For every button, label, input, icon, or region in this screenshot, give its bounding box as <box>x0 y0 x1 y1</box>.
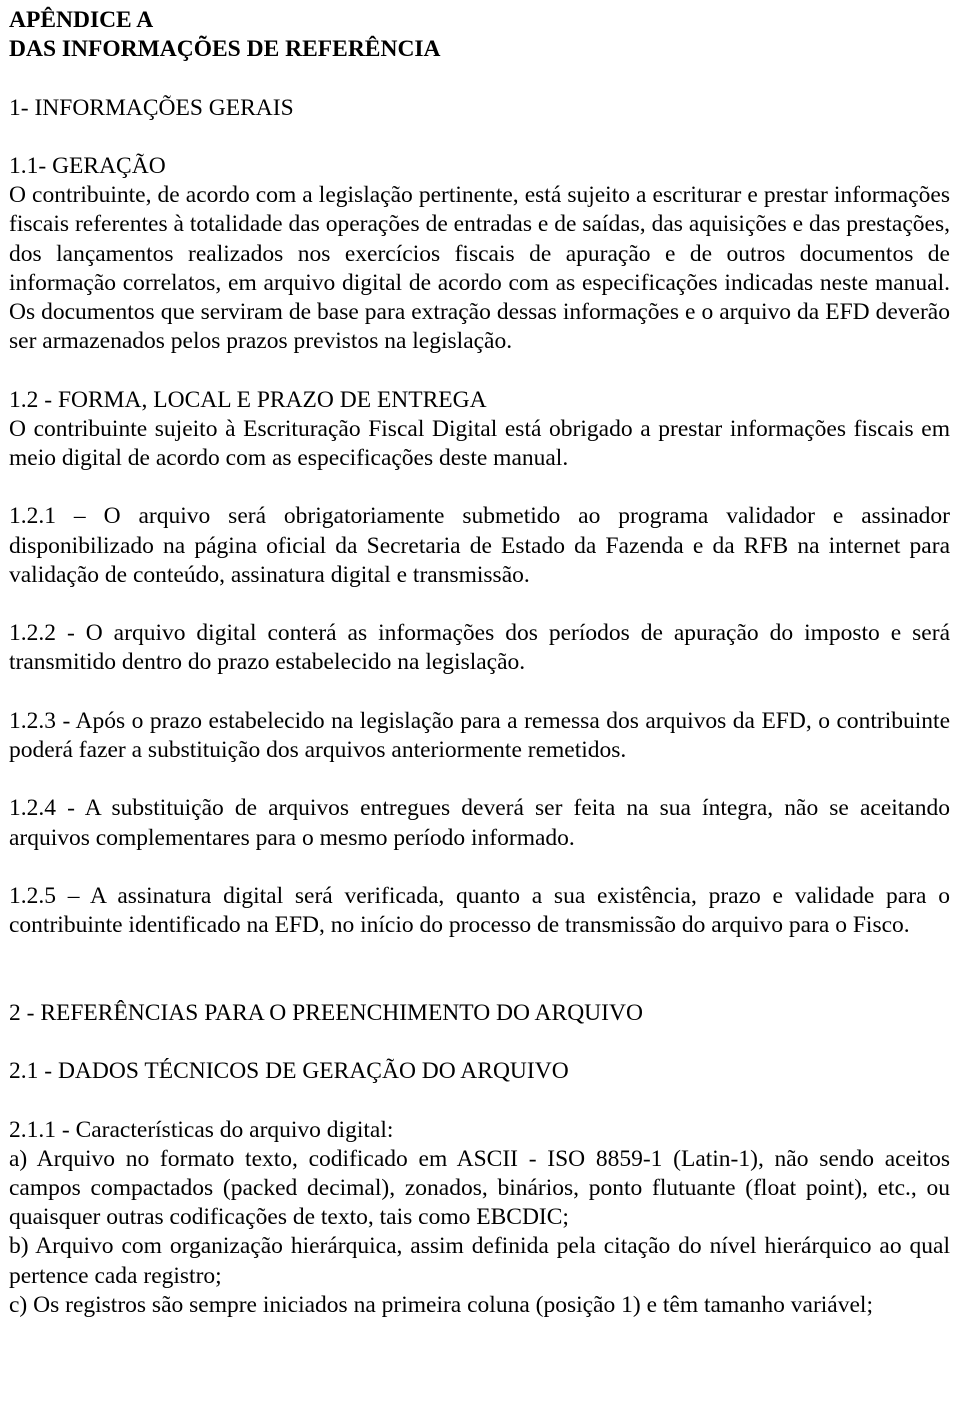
document-body: APÊNDICE A DAS INFORMAÇÕES DE REFERÊNCIA… <box>9 6 950 1320</box>
document-title-line-1: APÊNDICE A <box>9 7 154 33</box>
list-item-c: c) Os registros são sempre iniciados na … <box>9 1291 873 1318</box>
paragraph-2-1-1: 2.1.1 - Características do arquivo digit… <box>9 1116 394 1143</box>
heading-section-2: 2 - REFERÊNCIAS PARA O PREENCHIMENTO DO … <box>9 999 643 1026</box>
paragraph-1-2-2: 1.2.2 - O arquivo digital conterá as inf… <box>9 620 950 676</box>
heading-section-1-2: 1.2 - FORMA, LOCAL E PRAZO DE ENTREGA <box>9 386 487 413</box>
document-title: APÊNDICE A DAS INFORMAÇÕES DE REFERÊNCIA <box>9 6 950 64</box>
document-title-line-2: DAS INFORMAÇÕES DE REFERÊNCIA <box>9 36 441 63</box>
list-item-a: a) Arquivo no formato texto, codificado … <box>9 1145 950 1231</box>
paragraph-1-2-5: 1.2.5 – A assinatura digital será verifi… <box>9 882 950 939</box>
paragraph-1-2-3: 1.2.3 - Após o prazo estabelecido na leg… <box>9 707 950 763</box>
paragraph-1-2-1: 1.2.1 – O arquivo será obrigatoriamente … <box>9 503 950 588</box>
paragraph-1-2-body: O contribuinte sujeito à Escrituração Fi… <box>9 415 950 471</box>
paragraph-1-1-body: O contribuinte, de acordo com a legislaç… <box>9 182 950 355</box>
list-item-b: b) Arquivo com organização hierárquica, … <box>9 1233 950 1289</box>
paragraph-1-2-4: 1.2.4 - A substituição de arquivos entre… <box>9 795 950 851</box>
heading-section-1: 1- INFORMAÇÕES GERAIS <box>9 94 294 121</box>
document-page: APÊNDICE A DAS INFORMAÇÕES DE REFERÊNCIA… <box>0 0 960 1409</box>
heading-section-1-1: 1.1- GERAÇÃO <box>9 152 166 179</box>
heading-section-2-1: 2.1 - DADOS TÉCNICOS DE GERAÇÃO DO ARQUI… <box>9 1058 569 1085</box>
